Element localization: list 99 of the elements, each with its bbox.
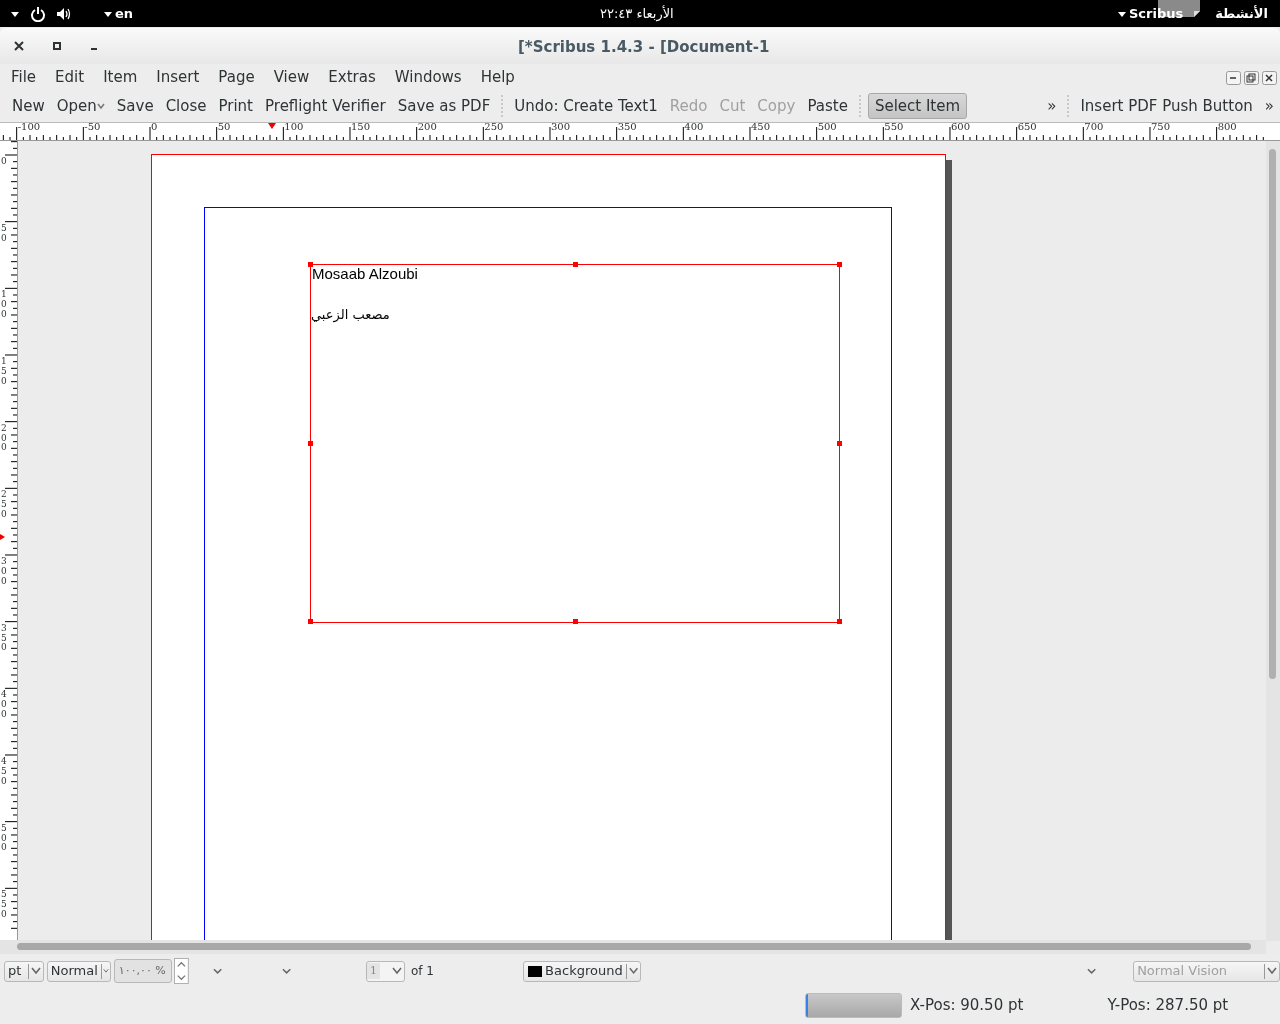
ruler-label: 600 — [950, 123, 971, 132]
ruler-label: 500 — [817, 123, 837, 132]
menu-item[interactable]: Insert — [156, 66, 200, 89]
toolbar-button[interactable]: Insert PDF Push Button — [1074, 93, 1259, 119]
close-icon[interactable] — [14, 41, 24, 51]
ruler-label: 650 — [1017, 123, 1037, 132]
y-position: Y-Pos: 287.50 pt — [1107, 994, 1229, 1016]
zoom-field[interactable]: ١٠٠,٠٠ % — [113, 959, 172, 983]
app-menu[interactable]: Scribus — [1117, 3, 1184, 24]
ruler-label: 300 — [1, 557, 10, 587]
ruler-label: 400 — [684, 123, 704, 132]
ruler-label: 200 — [417, 123, 437, 132]
ruler-label: 750 — [1150, 123, 1171, 132]
toolbar-button[interactable]: » — [1041, 93, 1063, 119]
ruler-label: 0 — [1, 157, 10, 167]
text-line: مصعب الزعبي — [311, 306, 390, 325]
toolbar-button[interactable]: » — [1258, 93, 1280, 119]
chevron-down-icon[interactable] — [1086, 967, 1097, 975]
menu-item[interactable]: View — [273, 66, 310, 89]
chevron-down-icon — [626, 967, 640, 975]
scrollbar-thumb[interactable] — [1269, 149, 1276, 679]
chevron-down-icon — [389, 967, 404, 975]
chevron-down-icon — [96, 102, 105, 110]
ruler-label: 0 — [151, 123, 158, 132]
menu-item[interactable]: Windows — [394, 66, 462, 89]
layer-dropdown[interactable]: Background — [522, 960, 641, 982]
ruler-label: 400 — [1, 690, 10, 720]
window-title: [*Scribus 1.4.3 - [Document-1 — [518, 37, 770, 58]
unit-dropdown[interactable]: pt — [4, 960, 44, 982]
caret-icon — [1117, 9, 1126, 18]
toolbar-button[interactable]: Select Item — [867, 93, 968, 119]
ruler-label: -50 — [84, 123, 101, 132]
toolbar-button[interactable]: Open — [50, 93, 111, 119]
chevron-down-icon[interactable] — [281, 967, 291, 975]
maximize-icon[interactable] — [52, 41, 62, 51]
toolbar-button[interactable]: New — [6, 93, 51, 119]
resize-handle[interactable] — [837, 619, 842, 624]
menu-item[interactable]: Page — [218, 66, 255, 89]
quality-dropdown[interactable]: Normal — [46, 960, 111, 982]
resize-handle[interactable] — [573, 619, 578, 624]
ruler-label: 450 — [1, 757, 10, 787]
toolbar-button[interactable]: Print — [212, 93, 259, 119]
menu-item[interactable]: Help — [480, 66, 515, 89]
chevron-down-icon — [1265, 967, 1279, 975]
ruler-label: 700 — [1084, 123, 1104, 132]
vertical-scrollbar[interactable] — [1266, 141, 1280, 941]
ruler-label: 550 — [884, 123, 904, 132]
text-line: Mosaab Alzoubi — [312, 266, 418, 281]
resize-handle[interactable] — [837, 441, 842, 446]
toolbar-button[interactable]: Close — [159, 93, 213, 119]
ruler-label: 50 — [217, 123, 231, 132]
ruler-label: 550 — [1, 890, 10, 920]
ruler-label: 50 — [1, 223, 10, 244]
resize-handle[interactable] — [308, 262, 313, 267]
x-position: X-Pos: 90.50 pt — [910, 994, 1024, 1016]
caret-icon — [104, 9, 112, 18]
layer-color-swatch — [527, 965, 543, 977]
caret-icon[interactable] — [10, 9, 20, 18]
speaker-icon[interactable] — [56, 6, 72, 21]
minimize-icon[interactable] — [1226, 70, 1241, 85]
clock[interactable]: الأربعاء ٢٢:٤٣ — [600, 4, 674, 24]
close-icon[interactable] — [1262, 70, 1277, 85]
toolbar-button[interactable]: Preflight Verifier — [259, 93, 392, 119]
ruler-label: 250 — [484, 123, 504, 132]
resize-handle[interactable] — [308, 619, 313, 624]
chevron-down-icon — [101, 967, 110, 975]
ruler-label: 250 — [1, 490, 10, 520]
activities-button[interactable]: الأنشطة — [1215, 3, 1268, 24]
power-icon[interactable] — [30, 5, 46, 22]
ruler-label: -100 — [17, 123, 41, 132]
toolbar-button[interactable]: Save as PDF — [391, 93, 497, 119]
resize-handle[interactable] — [837, 262, 842, 267]
menu-item[interactable]: File — [11, 66, 37, 89]
ruler-marker-icon — [268, 123, 276, 129]
ruler-label: 800 — [1217, 123, 1237, 132]
chevron-down-icon[interactable] — [212, 967, 222, 975]
toolbar-button[interactable]: Undo: Create Text1 — [508, 93, 664, 119]
chevron-down-icon — [28, 967, 43, 975]
toolbar-button[interactable]: Paste — [801, 93, 854, 119]
resize-handle[interactable] — [308, 441, 313, 446]
resize-handle[interactable] — [573, 262, 578, 267]
menu-item[interactable]: Extras — [328, 66, 376, 89]
ruler-label: 300 — [551, 123, 571, 132]
scrollbar-thumb[interactable] — [17, 943, 1251, 950]
ruler-label: 450 — [751, 123, 771, 132]
ruler-label: 100 — [1, 290, 10, 320]
ruler-label: 150 — [1, 357, 10, 387]
ruler-label: 150 — [351, 123, 371, 132]
ruler-marker-icon — [0, 534, 5, 540]
page-count: of 1 — [410, 963, 434, 980]
toolbar-button[interactable]: Save — [110, 93, 160, 119]
menu-item[interactable]: Item — [103, 66, 138, 89]
ruler-label: 100 — [284, 123, 304, 132]
menu-item[interactable]: Edit — [55, 66, 85, 89]
ruler-label: 350 — [617, 123, 637, 132]
restore-icon[interactable] — [1244, 70, 1259, 85]
spin-buttons-icon[interactable] — [173, 957, 189, 985]
horizontal-scrollbar[interactable] — [0, 940, 1266, 954]
keyboard-layout-menu[interactable]: en — [104, 3, 134, 24]
